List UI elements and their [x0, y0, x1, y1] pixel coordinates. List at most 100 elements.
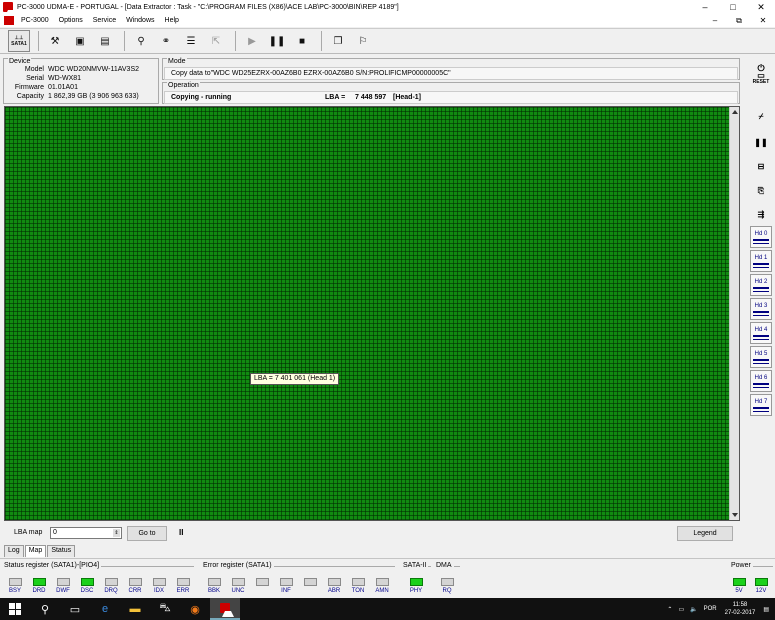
notifications-icon[interactable]: ▤: [763, 606, 769, 613]
status-bit-label: IDX: [153, 588, 164, 594]
scroll-up-icon[interactable]: [732, 110, 738, 114]
mdi-minimize-button[interactable]: –: [703, 14, 727, 27]
tools-icon[interactable]: ⚒: [44, 30, 66, 52]
exit-icon[interactable]: ⚐: [352, 30, 374, 52]
spin-icon[interactable]: ⇕: [113, 529, 120, 537]
head-label: Hd 1: [754, 254, 768, 261]
error-bit: BBK: [203, 578, 225, 595]
file-explorer-icon[interactable]: ▬: [120, 598, 150, 620]
lba-head: [Head-1]: [393, 94, 422, 101]
head-icon: [753, 406, 769, 412]
child-window-icon[interactable]: [4, 16, 14, 25]
scroll-down-icon[interactable]: [732, 513, 738, 517]
stack-icon[interactable]: ☰: [180, 30, 202, 52]
head-4-button[interactable]: Hd 4: [750, 322, 772, 344]
map-pause-button[interactable]: II: [179, 528, 183, 537]
map-scrollbar[interactable]: [729, 107, 739, 520]
tab-log[interactable]: Log: [4, 545, 24, 557]
language-indicator[interactable]: POR: [704, 606, 717, 612]
status-led: [176, 578, 190, 586]
close-button[interactable]: ✕: [747, 0, 775, 14]
status-bit-label: CRR: [128, 588, 142, 594]
network-icon[interactable]: ▭: [678, 606, 684, 613]
stop-icon[interactable]: ■: [291, 30, 313, 52]
store-icon[interactable]: ⛍: [150, 598, 180, 620]
sata-icon[interactable]: ⊥⊥ SATA1: [8, 30, 30, 52]
volume-icon[interactable]: 🔈: [690, 606, 697, 613]
drive-icon[interactable]: ⊟: [750, 156, 772, 176]
lba-map-grid[interactable]: [4, 106, 740, 521]
status-bit-label: DRD: [32, 588, 46, 594]
menu-windows[interactable]: Windows: [121, 17, 159, 24]
play-icon[interactable]: ▶: [241, 30, 263, 52]
power-5v[interactable]: 5V: [728, 578, 750, 595]
power-5v-led: [732, 578, 746, 586]
clock-time: 11:58: [732, 602, 748, 608]
head-label: Hd 6: [754, 374, 768, 381]
firefox-icon[interactable]: ◉: [180, 598, 210, 620]
clock[interactable]: 11:58 27-02-2017: [725, 601, 756, 617]
toolbar-separator: [124, 31, 125, 51]
pause-icon[interactable]: ❚❚: [750, 132, 772, 152]
windows-icon[interactable]: ❐: [327, 30, 349, 52]
error-bit: TON: [347, 578, 369, 595]
sata2-title: SATA-II: [403, 562, 429, 569]
binoculars-icon[interactable]: ⚭: [155, 30, 177, 52]
phy-led: [409, 578, 423, 586]
head-5-button[interactable]: Hd 5: [750, 346, 772, 368]
heads-icon[interactable]: ⇶: [750, 204, 772, 224]
window-title: PC-3000 UDMA-E - PORTUGAL - [Data Extrac…: [17, 3, 399, 11]
wrench-icon[interactable]: ⚲: [130, 30, 152, 52]
lba-label: LBA =: [325, 94, 346, 101]
head-6-button[interactable]: Hd 6: [750, 370, 772, 392]
head-2-button[interactable]: Hd 2: [750, 274, 772, 296]
head-7-button[interactable]: Hd 7: [750, 394, 772, 416]
minimize-button[interactable]: –: [691, 0, 719, 14]
head-3-button[interactable]: Hd 3: [750, 298, 772, 320]
scroll-icon[interactable]: ▣: [69, 30, 91, 52]
status-bit: BSY: [4, 578, 26, 595]
head-0-button[interactable]: Hd 0: [750, 226, 772, 248]
status-bit: DWF: [52, 578, 74, 595]
error-bit-label: ABR: [327, 588, 341, 594]
export-icon[interactable]: ⇱: [205, 30, 227, 52]
tab-status[interactable]: Status: [47, 545, 76, 557]
pause-icon[interactable]: ❚❚: [266, 30, 288, 52]
firmware-value: 01.01A01: [48, 84, 78, 91]
device-panel: Device Model WDC WD20NMVW-11AV3S2 Serial…: [3, 58, 159, 104]
maximize-button[interactable]: □: [719, 0, 747, 14]
menu-pc3000[interactable]: PC-3000: [16, 17, 54, 24]
menu-help[interactable]: Help: [160, 17, 184, 24]
error-led: [375, 578, 389, 586]
status-led: [152, 578, 166, 586]
tray-arrow-icon[interactable]: ⌃: [667, 606, 672, 613]
status-bit-label: BSY: [8, 588, 21, 594]
copy-icon[interactable]: ⎘: [750, 180, 772, 200]
tool-icon[interactable]: ⌿: [750, 106, 772, 126]
book-icon[interactable]: ▤: [94, 30, 116, 52]
power-12v[interactable]: 12V: [750, 578, 772, 595]
error-led: [255, 578, 269, 586]
task-view-icon[interactable]: ▭: [60, 598, 90, 620]
head-1-button[interactable]: Hd 1: [750, 250, 772, 272]
capacity-value: 1 862,39 GB (3 906 963 633): [48, 93, 139, 100]
error-register-title: Error register (SATA1): [203, 562, 274, 569]
legend-button[interactable]: Legend: [677, 526, 733, 541]
error-bit: AMN: [371, 578, 393, 595]
mdi-close-button[interactable]: ✕: [751, 14, 775, 27]
operation-label: Operation: [167, 82, 200, 89]
mdi-restore-button[interactable]: ⧉: [727, 14, 751, 27]
tab-map[interactable]: Map: [24, 545, 47, 557]
goto-button[interactable]: Go to: [127, 526, 167, 541]
lba-map-input[interactable]: 0 ⇕: [50, 527, 122, 539]
search-icon[interactable]: ⚲: [30, 598, 60, 620]
menu-service[interactable]: Service: [88, 17, 121, 24]
head-label: Hd 2: [754, 278, 768, 285]
menu-options[interactable]: Options: [54, 17, 88, 24]
error-bit: [299, 578, 321, 587]
edge-icon[interactable]: e: [90, 598, 120, 620]
pc3000-taskbar-icon[interactable]: [210, 598, 240, 620]
start-icon[interactable]: [0, 598, 30, 620]
status-bit-label: DWF: [56, 588, 70, 594]
power-reset-icon[interactable]: ⏻ ▭ RESET: [750, 58, 772, 92]
